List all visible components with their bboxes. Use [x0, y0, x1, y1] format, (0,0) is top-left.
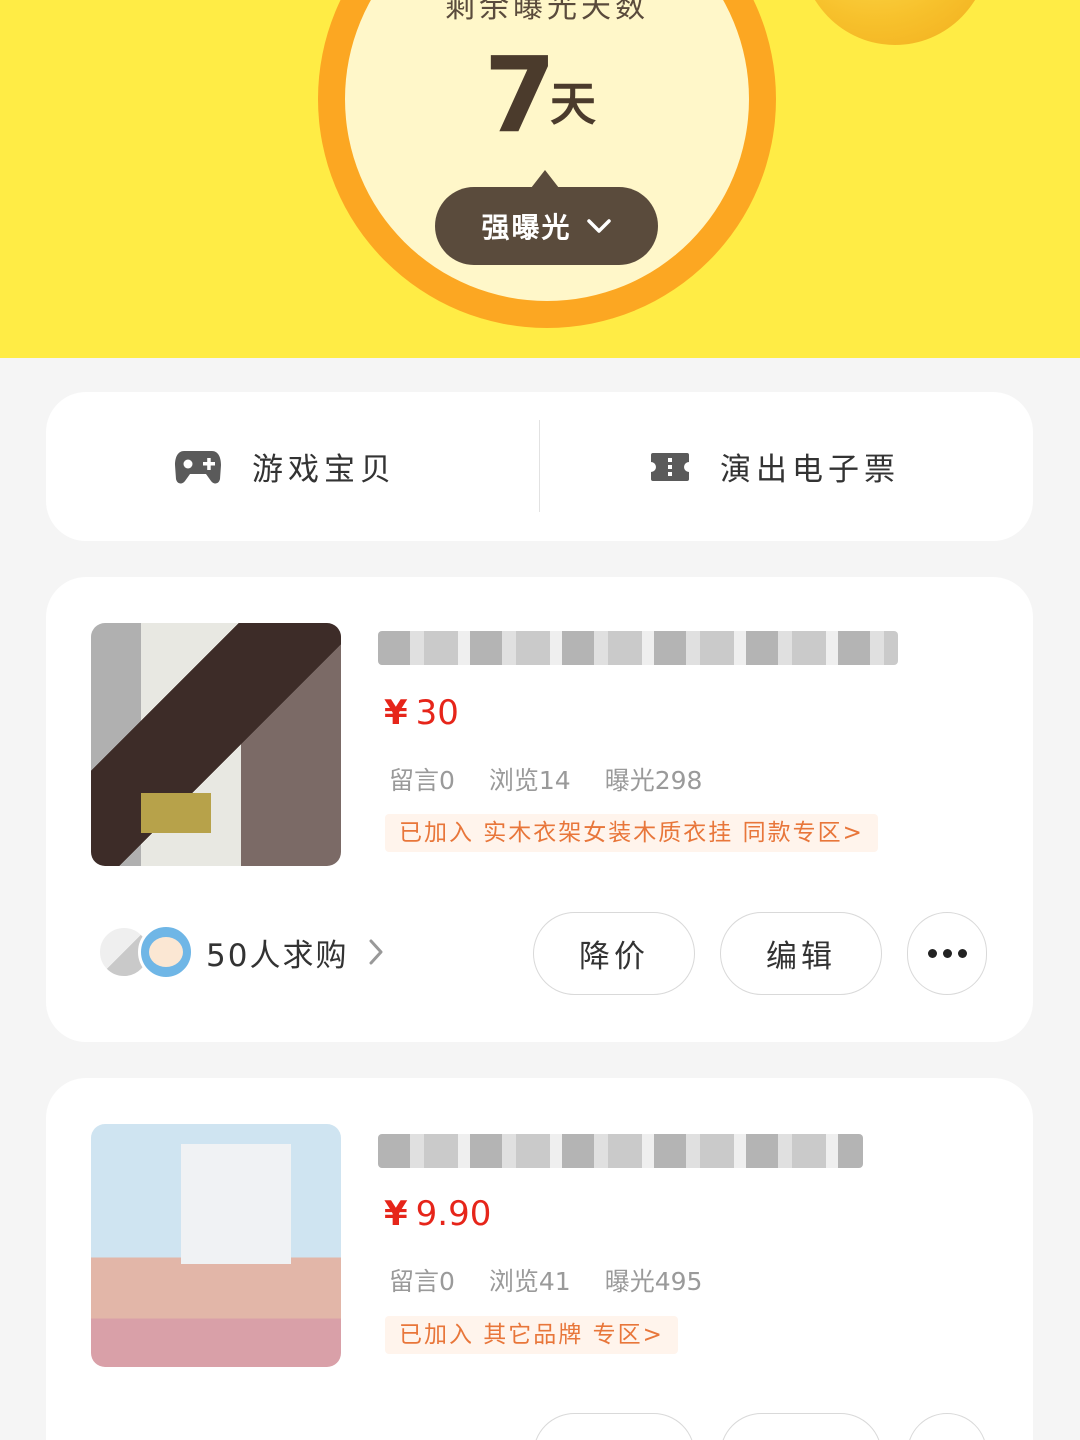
category-game-label: 游戏宝贝 — [252, 452, 396, 488]
chevron-right-icon — [369, 939, 383, 965]
zone-tag-link[interactable]: 已加入 其它品牌 专区> — [385, 1316, 678, 1354]
item-price: ¥30 — [384, 689, 459, 737]
item-stats: 留言0 浏览14 曝光298 — [389, 764, 702, 798]
item-thumbnail[interactable] — [91, 623, 341, 866]
currency-symbol: ¥ — [384, 1194, 408, 1234]
category-e-ticket[interactable]: 演出电子票 — [650, 392, 900, 541]
more-dots-icon — [927, 949, 967, 958]
item-price: ¥9.90 — [384, 1190, 491, 1238]
category-divider — [539, 420, 540, 512]
view-count: 浏览14 — [488, 766, 571, 795]
item-stats: 留言0 浏览41 曝光495 — [389, 1265, 702, 1299]
category-e-ticket-label: 演出电子票 — [720, 452, 900, 488]
reduce-price-button[interactable] — [533, 1413, 695, 1440]
gamepad-icon — [175, 450, 221, 483]
avatar — [138, 924, 194, 980]
timer-caption: 剩余曝光天数 — [445, 0, 649, 25]
decorative-ball — [800, 0, 990, 45]
exposure-count: 曝光298 — [604, 766, 703, 795]
wanted-buyers-count: 50人求购 — [206, 937, 349, 974]
comment-count: 留言0 — [389, 766, 455, 795]
more-options-button[interactable] — [907, 912, 987, 995]
price-value: 9.90 — [415, 1194, 492, 1234]
view-count: 浏览41 — [488, 1267, 571, 1296]
item-title-blurred — [378, 631, 898, 665]
item-card[interactable]: ¥30 留言0 浏览14 曝光298 已加入 实木衣架女装木质衣挂 同款专区> … — [46, 577, 1033, 1042]
wanted-buyers-link[interactable]: 50人求购 — [98, 922, 384, 982]
zone-tag-link[interactable]: 已加入 实木衣架女装木质衣挂 同款专区> — [385, 814, 878, 852]
reduce-price-button[interactable]: 降价 — [533, 912, 695, 995]
item-title-blurred — [378, 1134, 863, 1168]
exposure-count: 曝光495 — [604, 1267, 703, 1296]
edit-button[interactable]: 编辑 — [720, 912, 882, 995]
item-card[interactable]: ¥9.90 留言0 浏览41 曝光495 已加入 其它品牌 专区> — [46, 1078, 1033, 1440]
price-value: 30 — [415, 693, 459, 733]
boost-exposure-label: 强曝光 — [481, 211, 572, 244]
more-options-button[interactable] — [907, 1413, 987, 1440]
comment-count: 留言0 — [389, 1267, 455, 1296]
boost-pointer — [531, 170, 559, 188]
category-bar: 游戏宝贝 演出电子票 — [46, 392, 1033, 541]
item-thumbnail[interactable] — [91, 1124, 341, 1367]
edit-button[interactable] — [720, 1413, 882, 1440]
category-game-items[interactable]: 游戏宝贝 — [174, 392, 396, 541]
remaining-days-value: 7 — [483, 34, 557, 156]
ticket-icon — [651, 452, 689, 481]
chevron-down-icon — [586, 219, 611, 233]
boost-exposure-button[interactable]: 强曝光 — [435, 187, 658, 265]
currency-symbol: ¥ — [384, 693, 408, 733]
exposure-header: 剩余曝光天数 7 天 强曝光 — [0, 0, 1080, 358]
remaining-days-unit: 天 — [550, 77, 596, 131]
